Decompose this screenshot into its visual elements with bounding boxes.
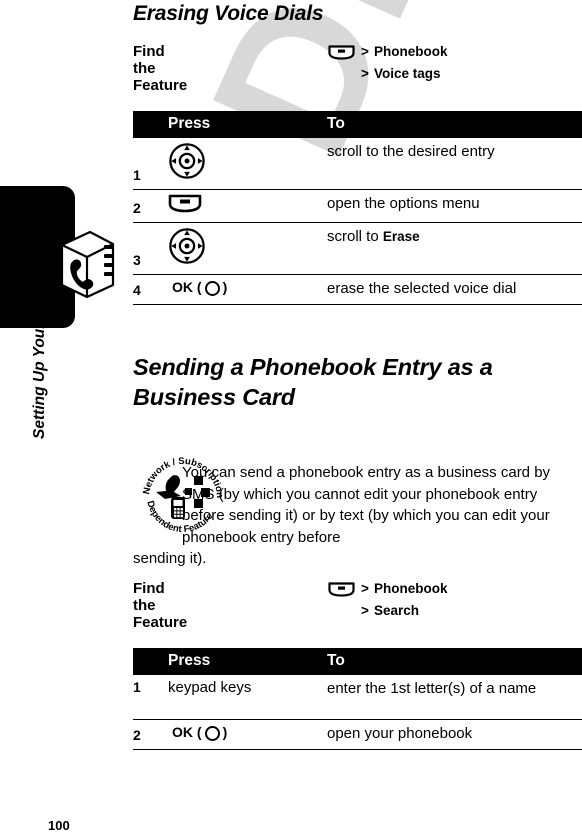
section-title-2: Sending a Phonebook Entry as a Business … xyxy=(133,354,493,410)
table-header-row-2: Press To xyxy=(133,648,582,675)
col-header-num-2 xyxy=(133,648,168,675)
path-separator-1a: > xyxy=(361,44,369,59)
row-press-cell: OK () xyxy=(168,718,327,750)
row-to-term: Erase xyxy=(382,229,420,244)
find-the-feature-path-2: > Phonebook > Search xyxy=(328,578,448,622)
row-press-cell xyxy=(168,189,327,223)
col-header-to-1: To xyxy=(327,111,582,138)
row-to-text: scroll to the desired entry xyxy=(327,143,495,160)
row-number: 1 xyxy=(133,167,141,183)
path-step-1a: Phonebook xyxy=(374,44,448,59)
svg-text:Network / Subscription: Network / Subscription xyxy=(141,456,225,499)
menu-key-icon xyxy=(168,194,202,217)
find-the-feature-label-1: Find the Feature xyxy=(133,43,188,94)
phonebook-book-icon xyxy=(57,228,117,300)
ok-key-icon: OK () xyxy=(172,723,228,741)
find-the-feature-label-2: Find the Feature xyxy=(133,580,188,631)
ok-key-icon: OK () xyxy=(172,279,228,296)
row-to-text: open the options menu xyxy=(327,195,480,212)
row-to-cell: open your phonebook xyxy=(327,718,582,750)
row-number: 4 xyxy=(133,274,168,305)
row-to-cell: open the options menu xyxy=(327,189,582,223)
row-press-text: keypad keys xyxy=(168,679,252,696)
row-to-text: erase the selected voice dial xyxy=(327,280,517,297)
menu-key-icon xyxy=(328,582,355,597)
find-the-feature-path-1: > Phonebook > Voice tags xyxy=(328,41,448,85)
table-header-row-1: Press To xyxy=(133,111,582,138)
row-to-cell: erase the selected voice dial xyxy=(327,274,582,305)
path-step-2b: Search xyxy=(374,603,420,618)
table-row: 3 scroll to Erase xyxy=(133,222,582,275)
body-paragraph-tail: sending it). xyxy=(133,550,207,567)
row-to-text: open your phonebook xyxy=(327,724,473,742)
col-header-to-2: To xyxy=(327,648,582,675)
row-to-cell: scroll to the desired entry xyxy=(327,138,582,190)
row-press-cell: OK () xyxy=(168,274,327,305)
key-table-1: Press To 1 scroll to the desired entry 2… xyxy=(133,111,582,305)
running-head: Setting Up Your Phonebook xyxy=(31,234,48,439)
table-row: 1 scroll to the desired entry xyxy=(133,138,582,190)
row-number: 1 xyxy=(133,679,141,695)
path-step-1b: Voice tags xyxy=(374,66,441,81)
path-separator-2a: > xyxy=(361,581,369,596)
navigation-key-icon xyxy=(168,228,206,269)
row-number: 2 xyxy=(133,718,168,750)
table-row: 4 OK () erase the selected voice dial xyxy=(133,274,582,305)
row-number: 2 xyxy=(133,189,168,223)
ok-key-label: OK xyxy=(172,723,193,740)
navigation-key-icon xyxy=(168,143,206,184)
ok-key-label: OK xyxy=(172,279,193,295)
row-to-cell: enter the 1st letter(s) of a name xyxy=(327,675,582,719)
row-press-cell: keypad keys xyxy=(168,675,327,719)
table-row: 2 OK () open your phonebook xyxy=(133,718,582,750)
path-step-2a: Phonebook xyxy=(374,581,448,596)
col-header-press-2: Press xyxy=(168,648,327,675)
col-header-press-1: Press xyxy=(168,111,327,138)
row-press-cell xyxy=(168,222,327,275)
table-row: 1 keypad keys enter the 1st letter(s) of… xyxy=(133,675,582,719)
row-to-text: scroll to xyxy=(327,228,383,245)
key-table-2: Press To 1 keypad keys enter the 1st let… xyxy=(133,648,582,750)
path-separator-1b: > xyxy=(361,66,369,81)
row-press-cell xyxy=(168,138,327,190)
content-column: Erasing Voice Dials Find the Feature > Ph… xyxy=(133,0,582,838)
page-number: 100 xyxy=(48,818,70,833)
body-paragraph-text: You can send a phonebook entry as a busi… xyxy=(182,464,551,546)
col-header-num-1 xyxy=(133,111,168,138)
row-to-cell: scroll to Erase xyxy=(327,222,582,275)
row-to-text: enter the 1st letter(s) of a name xyxy=(327,680,537,697)
menu-key-icon xyxy=(328,45,355,60)
page-title: Erasing Voice Dials xyxy=(133,2,324,25)
network-subscription-dependent-feature-icon: Network / Subscription Dependent Feature xyxy=(137,448,229,540)
path-separator-2b: > xyxy=(361,603,369,618)
table-row: 2 open the options menu xyxy=(133,189,582,223)
body-paragraph: Network / Subscription Dependent Feature xyxy=(141,456,582,548)
manual-page: DRAFT Setting Up Your Phonebook 100 Eras… xyxy=(0,0,582,838)
row-number: 3 xyxy=(133,222,168,275)
